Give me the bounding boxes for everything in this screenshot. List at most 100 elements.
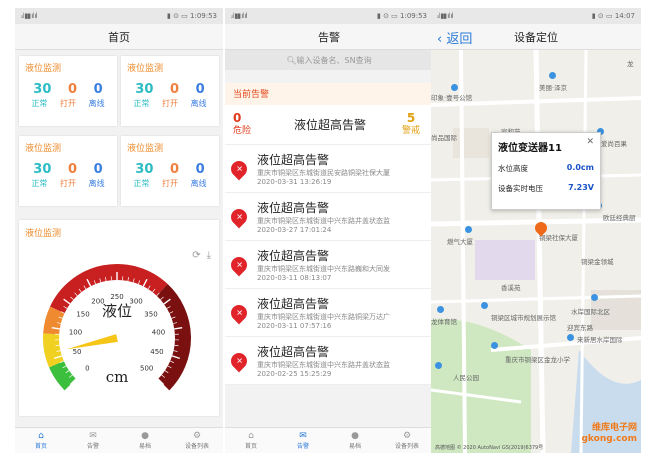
map-label: 铜梁社保大厦 — [539, 234, 578, 242]
popup-title: 液位变送器11 — [498, 143, 562, 154]
card-title: 液位监测 — [25, 144, 62, 154]
alarm-address: 重庆市铜梁区东城街道中兴东路井盖状态监 — [257, 361, 390, 369]
alarm-address: 重庆市铜梁区东城街道民安路铜梁社保大厦 — [257, 169, 390, 177]
level-card[interactable]: 液位监测 30 0 0 正常 打开 离线 — [121, 136, 219, 206]
normal-label: 正常 — [31, 179, 48, 188]
tab-home[interactable]: ⌂ 首页 — [15, 428, 67, 453]
water-level-label: 水位高度 — [498, 164, 528, 173]
tab-label: 设备列表 — [394, 443, 419, 450]
open-label: 打开 — [59, 99, 76, 108]
page-title: 告警 — [225, 24, 433, 50]
gauge-tick-label: 450 — [150, 348, 163, 356]
tab-home[interactable]: ⌂ 首页 — [225, 428, 277, 453]
tab-devices[interactable]: ⚙ 设备列表 — [171, 428, 223, 453]
alarm-address: 重庆市铜梁区东城街道中兴东路井盖状态监 — [257, 217, 390, 225]
location-pin-icon: ✕ — [227, 253, 251, 276]
normal-label: 正常 — [133, 99, 150, 108]
offline-count: 0 — [195, 82, 205, 97]
alarm-address: 重庆市铜梁区东城街道中兴东路铜梁万达广 — [257, 313, 390, 321]
location-screen: ₐᵢˡ ▮▮ ıl ıl ▮ ⊙ ▭ 14:07 ‹ 返回 设备定位 印象·壹号… — [431, 8, 641, 453]
watermark: 维库电子网 gkong.com — [581, 423, 637, 445]
offline-label: 离线 — [88, 99, 105, 108]
map-label: 爱尚百果 — [601, 140, 627, 148]
alarm-item[interactable]: ✕ 液位超高告警 重庆市铜梁区东城街道中兴东路铜梁万达广 2020-03-11 07… — [225, 289, 433, 337]
alarm-summary[interactable]: 0 危险 液位超高告警 5 警戒 — [225, 105, 433, 145]
gauge-tick-label: 500 — [140, 365, 153, 373]
offline-count: 0 — [195, 162, 205, 177]
tab-label: 易档 — [138, 443, 151, 450]
back-button[interactable]: ‹ 返回 — [437, 28, 472, 47]
page-title: 首页 — [15, 24, 223, 50]
map-label: 水岸国际北区 — [571, 308, 610, 316]
home-icon: ⌂ — [248, 431, 254, 441]
alarm-title: 液位超高告警 — [257, 249, 330, 263]
alarm-item[interactable]: ✕ 液位超高告警 重庆市铜梁区东城街道中兴东路井盖状态监 2020-02-25 15… — [225, 337, 433, 385]
poi-icon — [481, 302, 488, 309]
tab-devices[interactable]: ⚙ 设备列表 — [381, 428, 433, 453]
gauge-title: 液位监测 — [25, 229, 62, 239]
gauge-band-yellow — [43, 333, 64, 368]
back-label: 返回 — [446, 32, 473, 47]
tab-alarm[interactable]: ✉ 告警 — [277, 428, 329, 453]
gauge-tick-label: 350 — [144, 310, 157, 318]
gauge-tick-label: 400 — [152, 328, 165, 336]
map-label: 美丽·泽京 — [539, 84, 568, 92]
poi-icon — [591, 294, 598, 301]
offline-count: 0 — [93, 82, 103, 97]
normal-count: 30 — [33, 82, 52, 97]
open-label: 打开 — [59, 179, 76, 188]
tab-bar: ⌂ 首页 ✉ 告警 ● 易档 ⚙ 设备列表 — [225, 427, 433, 453]
gauge-unit: cm — [106, 368, 129, 386]
watermark-en: gkong.com — [581, 434, 637, 444]
map-label: 尚品国际 — [431, 134, 457, 142]
tab-alarm[interactable]: ✉ 告警 — [67, 428, 119, 453]
level-card[interactable]: 液位监测 30 0 0 正常 打开 离线 — [19, 56, 117, 126]
normal-count: 30 — [33, 162, 52, 177]
tab-profile[interactable]: ● 易档 — [329, 428, 381, 453]
alarm-time: 2020-03-11 07:57:16 — [257, 322, 332, 330]
danger-count: 0 — [233, 110, 242, 125]
map-label: 人民公园 — [453, 374, 479, 382]
poi-icon — [465, 226, 472, 233]
user-icon: ● — [351, 431, 359, 441]
gauge-card: 液位监测 ⟳ ⤓ 0 50 100 150 200 250 300 350 400 450 500 液… — [19, 220, 219, 416]
card-title: 液位监测 — [127, 144, 164, 154]
level-card[interactable]: 液位监测 30 0 0 正常 打开 离线 — [19, 136, 117, 206]
alarm-item[interactable]: ✕ 液位超高告警重庆市铜梁区东城街道中兴东路巍和大同发 2020-03-11 08… — [225, 241, 433, 289]
close-icon[interactable]: ✕ — [586, 137, 594, 147]
tab-profile[interactable]: ● 易档 — [119, 428, 171, 453]
search-input[interactable]: 🔍︎ 输入设备名、SN查询 — [225, 50, 433, 70]
home-icon: ⌂ — [38, 431, 44, 441]
status-bar: ₐᵢˡ ▮▮ ıl ıl ▮ ⊙ ▭ 14:07 — [431, 8, 641, 24]
location-pin-icon: ✕ — [227, 157, 251, 180]
danger-label: 危险 — [233, 125, 252, 136]
poi-icon — [549, 72, 556, 79]
mail-icon: ✉ — [299, 431, 307, 441]
home-screen: ₐᵢˡ ▮▮ ıl ıl ▮ ⊙ ▭ 1:09:53 首页 液位监测 30 0 … — [15, 8, 223, 453]
map-view[interactable]: 印象·壹号公馆 美丽·泽京 尚品国际 家和苑 爱尚百果 欧廷经典厨 燃气大厦 铜… — [431, 50, 641, 453]
tab-bar: ⌂ 首页 ✉ 告警 ● 易档 ⚙ 设备列表 — [15, 427, 223, 453]
card-title: 液位监测 — [127, 64, 164, 74]
gauge-tick-label: 250 — [110, 293, 123, 301]
poi-icon — [437, 306, 444, 313]
map-label: 铜梁金领城 — [581, 258, 614, 266]
watermark-cn: 维库电子网 — [591, 423, 637, 433]
level-card[interactable]: 液位监测 30 0 0 正常 打开 离线 — [121, 56, 219, 126]
alarm-item[interactable]: ✕ 液位超高告警 重庆市铜梁区东城街道民安路铜梁社保大厦 2020-03-31 13… — [225, 145, 433, 193]
poi-icon — [451, 84, 458, 91]
map-label: 香溪苑 — [501, 284, 521, 292]
offline-count: 0 — [93, 162, 103, 177]
summary-title: 液位超高告警 — [293, 118, 366, 132]
normal-count: 30 — [135, 82, 154, 97]
alarm-address: 重庆市铜梁区东城街道中兴东路巍和大同发 — [257, 265, 390, 273]
gauge-band-orange — [43, 306, 65, 335]
alarm-item[interactable]: ✕ 液位超高告警 重庆市铜梁区东城街道中兴东路井盖状态监 2020-03-27 17… — [225, 193, 433, 241]
card-title: 液位监测 — [25, 64, 62, 74]
open-count: 0 — [67, 162, 78, 177]
warn-label: 警戒 — [401, 125, 420, 136]
map-label: 燃气大厦 — [447, 238, 473, 246]
alarm-time: 2020-03-11 08:13:07 — [257, 274, 332, 282]
user-icon: ● — [141, 431, 149, 441]
signal-icon: ₐᵢˡ ▮▮ ıl ıl — [231, 12, 247, 20]
location-pin-icon: ✕ — [227, 205, 251, 228]
